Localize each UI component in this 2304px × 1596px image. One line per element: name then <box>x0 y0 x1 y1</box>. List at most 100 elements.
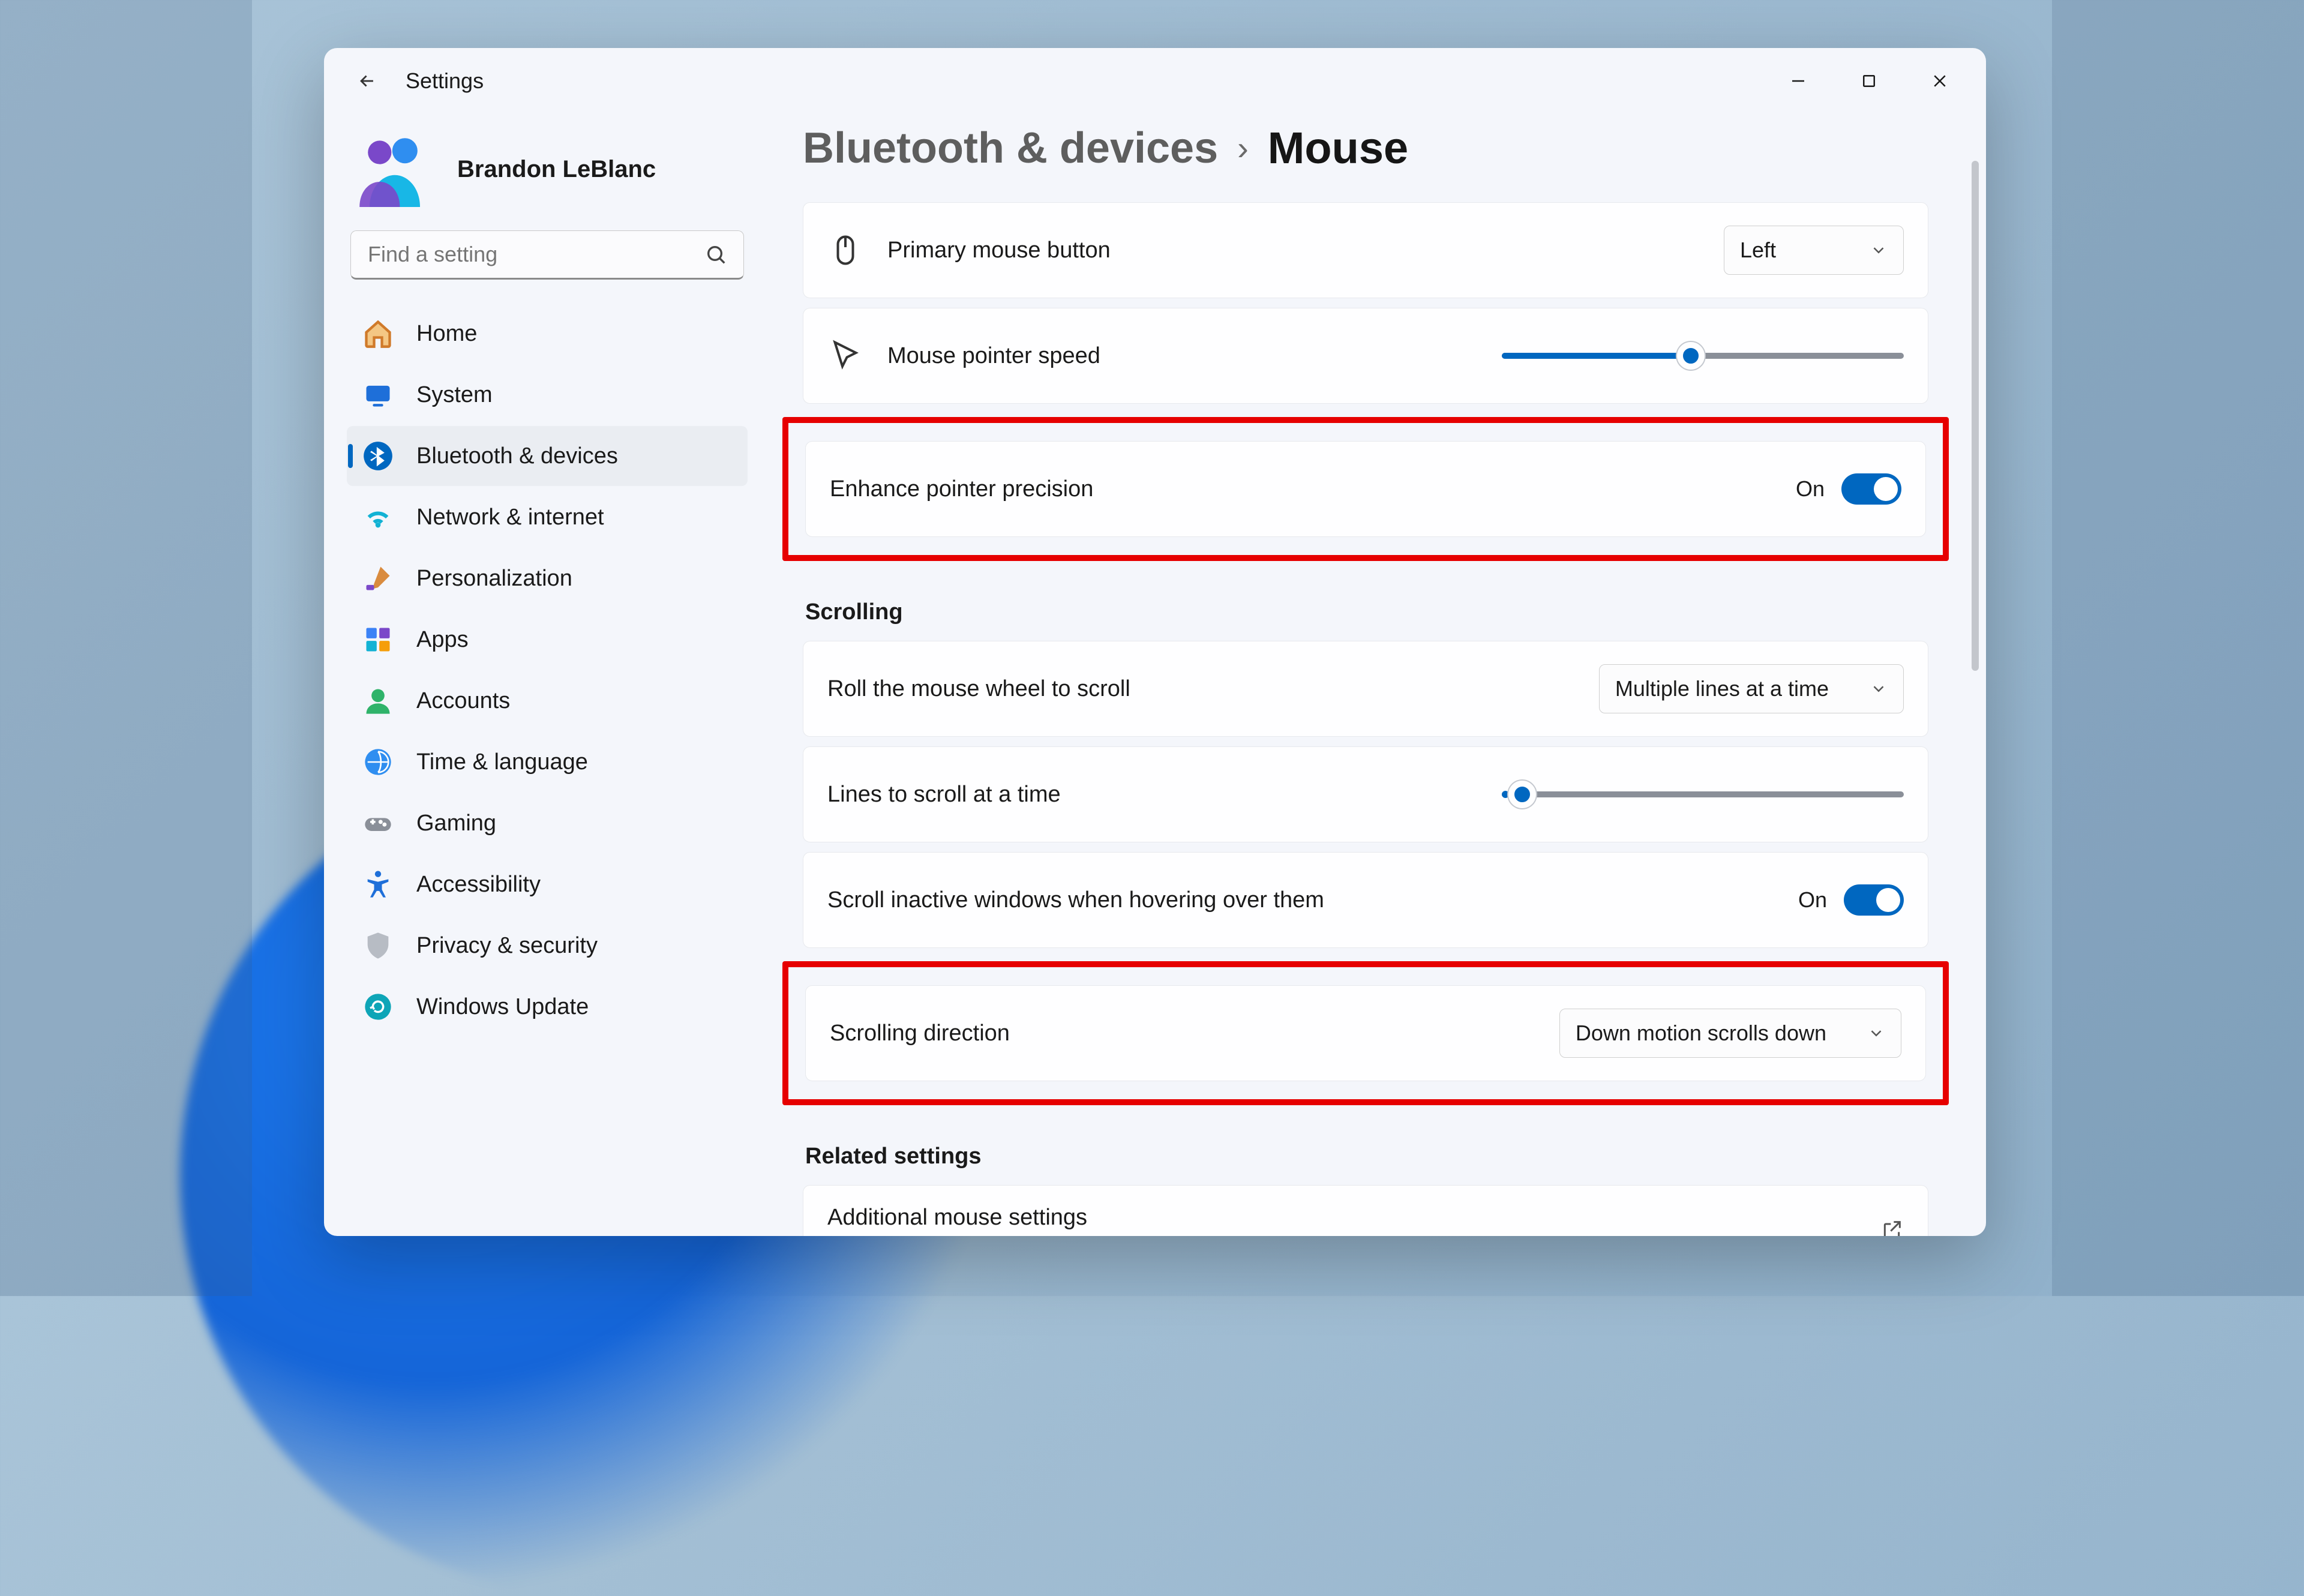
toggle-state: On <box>1798 887 1827 913</box>
people-icon <box>353 127 437 211</box>
maximize-button[interactable] <box>1834 57 1904 105</box>
caption-buttons <box>1763 57 1975 105</box>
setting-label: Lines to scroll at a time <box>827 782 1061 808</box>
nav-privacy[interactable]: Privacy & security <box>347 916 748 976</box>
nav-accessibility[interactable]: Accessibility <box>347 854 748 914</box>
setting-label: Scrolling direction <box>830 1021 1010 1046</box>
nav-update[interactable]: Windows Update <box>347 977 748 1037</box>
nav-label: Apps <box>416 627 469 653</box>
nav-time[interactable]: Time & language <box>347 732 748 792</box>
breadcrumb-current: Mouse <box>1268 122 1408 173</box>
nav-label: System <box>416 382 493 408</box>
highlight-scroll-direction: Scrolling direction Down motion scrolls … <box>782 961 1949 1105</box>
setting-lines-scroll: Lines to scroll at a time <box>803 746 1928 842</box>
search-input[interactable] <box>350 230 744 280</box>
search-icon <box>704 243 728 267</box>
setting-label: Scroll inactive windows when hovering ov… <box>827 887 1324 913</box>
toggle-state: On <box>1796 476 1825 502</box>
setting-label: Enhance pointer precision <box>830 476 1093 502</box>
nav-label: Network & internet <box>416 505 604 530</box>
setting-scroll-inactive: Scroll inactive windows when hovering ov… <box>803 852 1928 948</box>
content: Bluetooth & devices › Mouse Primary mous… <box>762 114 1986 1236</box>
setting-sublabel: Pointer icons and visibility <box>827 1233 1087 1236</box>
enhance-precision-toggle[interactable]: On <box>1796 473 1901 505</box>
letterbox-left <box>0 0 252 1296</box>
letterbox-right <box>2052 0 2304 1296</box>
setting-roll-wheel: Roll the mouse wheel to scroll Multiple … <box>803 641 1928 737</box>
toggle-switch-icon <box>1844 884 1904 916</box>
scrollbar[interactable] <box>1972 161 1979 671</box>
nav: Home System Bluetooth & devices Network … <box>347 304 748 1037</box>
setting-scroll-direction: Scrolling direction Down motion scrolls … <box>805 985 1926 1081</box>
update-icon <box>362 991 394 1022</box>
sidebar: Brandon LeBlanc Home System Bluetooth & … <box>324 114 762 1236</box>
nav-label: Bluetooth & devices <box>416 443 618 469</box>
minimize-button[interactable] <box>1763 57 1834 105</box>
window-title: Settings <box>406 68 484 94</box>
arrow-left-icon <box>357 71 377 91</box>
setting-additional[interactable]: Additional mouse settings Pointer icons … <box>803 1185 1928 1236</box>
maximize-icon <box>1860 72 1878 90</box>
profile-name: Brandon LeBlanc <box>457 156 656 183</box>
clock-globe-icon <box>362 746 394 778</box>
home-icon <box>362 318 394 349</box>
minimize-icon <box>1789 72 1807 90</box>
system-icon <box>362 379 394 410</box>
chevron-down-icon <box>1867 1024 1885 1042</box>
gamepad-icon <box>362 808 394 839</box>
setting-label: Additional mouse settings <box>827 1205 1087 1231</box>
settings-list: Primary mouse button Left Mouse pointer … <box>803 202 1962 1236</box>
nav-apps[interactable]: Apps <box>347 610 748 670</box>
highlight-enhance-precision: Enhance pointer precision On <box>782 417 1949 561</box>
dropdown-value: Left <box>1740 238 1776 263</box>
pointer-speed-slider[interactable] <box>1502 347 1904 365</box>
settings-window: Settings <box>324 48 1986 1236</box>
nav-label: Home <box>416 321 477 347</box>
nav-home[interactable]: Home <box>347 304 748 364</box>
nav-label: Personalization <box>416 566 572 592</box>
nav-gaming[interactable]: Gaming <box>347 793 748 853</box>
dropdown-value: Down motion scrolls down <box>1576 1021 1826 1046</box>
chevron-down-icon <box>1870 241 1888 259</box>
toggle-switch-icon <box>1841 473 1901 505</box>
mouse-icon <box>827 232 863 268</box>
cursor-icon <box>827 338 863 374</box>
close-button[interactable] <box>1904 57 1975 105</box>
nav-network[interactable]: Network & internet <box>347 487 748 547</box>
primary-button-dropdown[interactable]: Left <box>1724 226 1904 275</box>
scroll-inactive-toggle[interactable]: On <box>1798 884 1904 916</box>
nav-label: Gaming <box>416 811 496 836</box>
section-related: Related settings <box>805 1144 1928 1169</box>
bluetooth-icon <box>362 440 394 472</box>
accessibility-icon <box>362 869 394 900</box>
setting-label: Mouse pointer speed <box>887 343 1100 369</box>
nav-label: Time & language <box>416 749 588 775</box>
back-button[interactable] <box>350 64 384 98</box>
nav-label: Accessibility <box>416 872 541 898</box>
nav-bluetooth[interactable]: Bluetooth & devices <box>347 426 748 486</box>
roll-wheel-dropdown[interactable]: Multiple lines at a time <box>1599 664 1904 713</box>
close-icon <box>1931 72 1949 90</box>
brush-icon <box>362 563 394 594</box>
search-field[interactable] <box>350 230 744 280</box>
apps-icon <box>362 624 394 655</box>
titlebar: Settings <box>324 48 1986 114</box>
nav-system[interactable]: System <box>347 365 748 425</box>
avatar <box>353 127 437 211</box>
setting-enhance-precision: Enhance pointer precision On <box>805 441 1926 537</box>
dropdown-value: Multiple lines at a time <box>1615 676 1829 701</box>
profile-block[interactable]: Brandon LeBlanc <box>347 122 748 230</box>
scroll-direction-dropdown[interactable]: Down motion scrolls down <box>1559 1009 1901 1058</box>
person-icon <box>362 685 394 716</box>
nav-accounts[interactable]: Accounts <box>347 671 748 731</box>
chevron-down-icon <box>1870 680 1888 698</box>
chevron-right-icon: › <box>1237 128 1249 167</box>
nav-personalization[interactable]: Personalization <box>347 548 748 608</box>
breadcrumb: Bluetooth & devices › Mouse <box>803 122 1962 173</box>
breadcrumb-parent[interactable]: Bluetooth & devices <box>803 124 1218 173</box>
setting-pointer-speed: Mouse pointer speed <box>803 308 1928 404</box>
shield-icon <box>362 930 394 961</box>
lines-scroll-slider[interactable] <box>1502 785 1904 803</box>
wifi-icon <box>362 502 394 533</box>
setting-label: Roll the mouse wheel to scroll <box>827 676 1130 702</box>
